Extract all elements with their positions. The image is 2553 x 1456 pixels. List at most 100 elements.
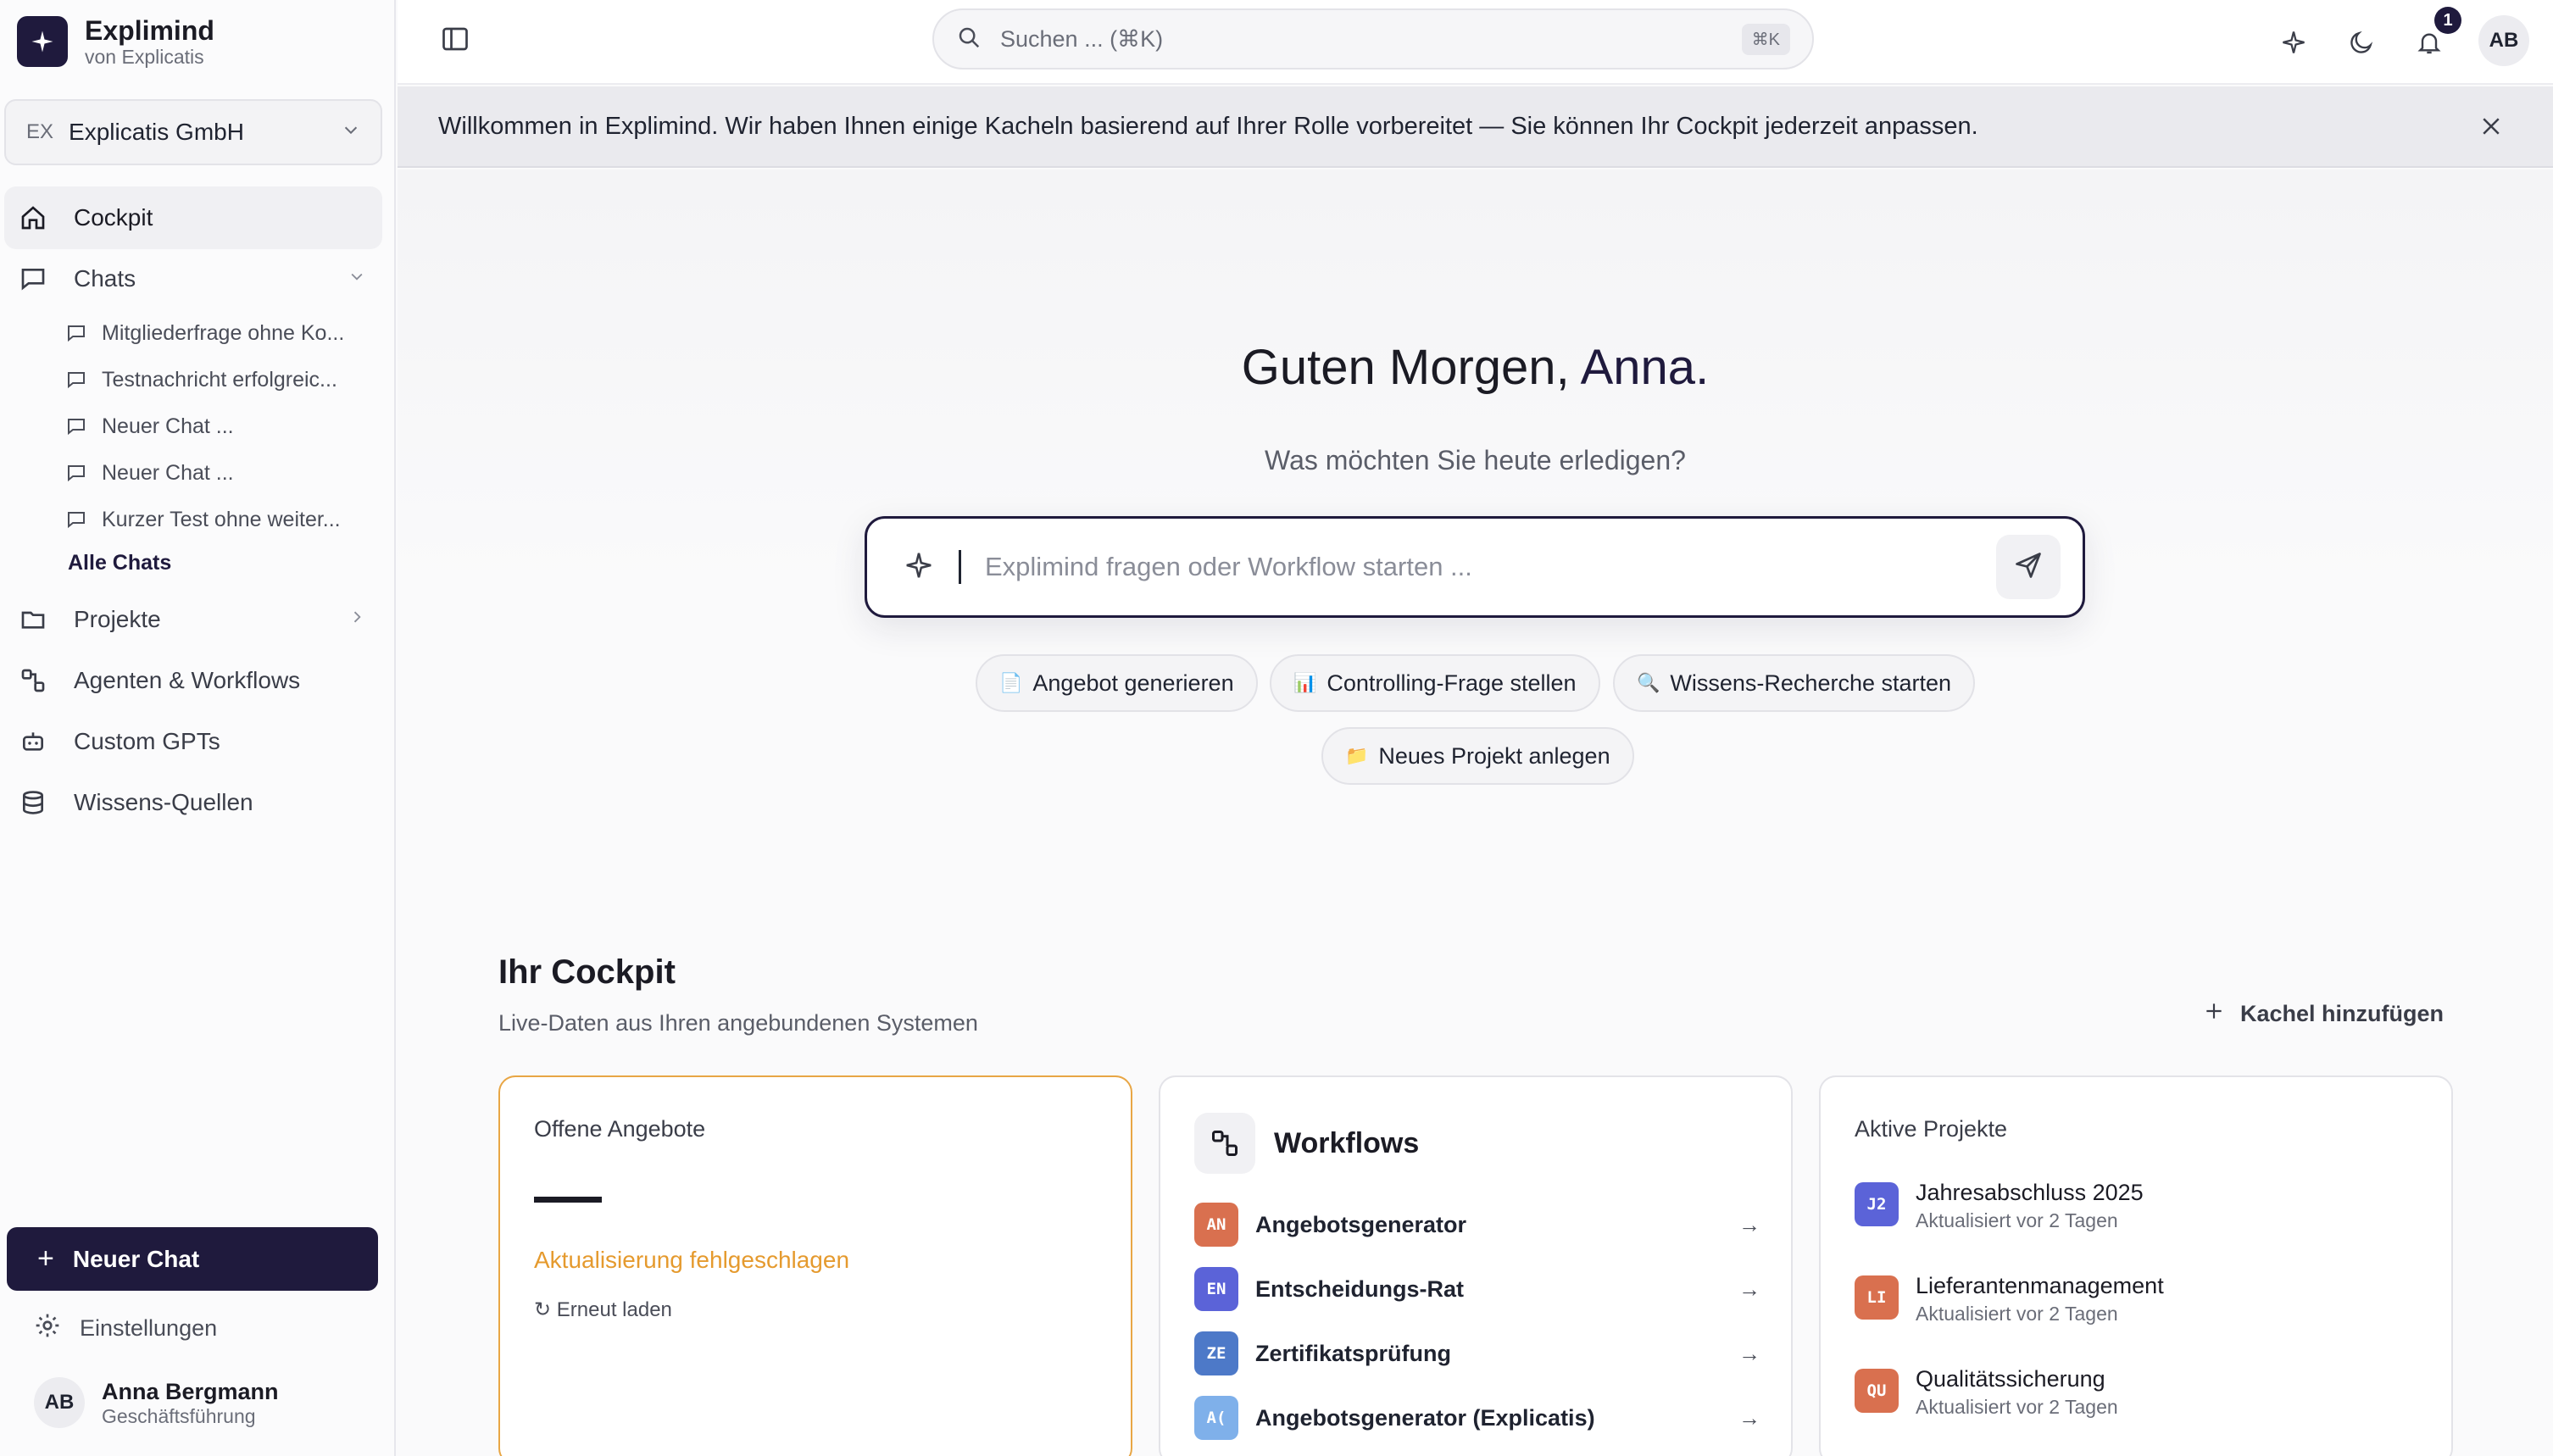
sidebar-item-label: Cockpit xyxy=(74,204,153,231)
chip-label: Neues Projekt anlegen xyxy=(1378,742,1610,769)
project-row[interactable]: J2 Jahresabschluss 2025 Aktualisiert vor… xyxy=(1855,1177,2144,1233)
search-icon xyxy=(956,25,982,54)
project-name: Qualitätssicherung xyxy=(1916,1366,2105,1392)
chat-title: Neuer Chat ... xyxy=(102,414,234,438)
workflows-header: Workflows xyxy=(1194,1113,1419,1174)
chip-new-project[interactable]: 📁 Neues Projekt anlegen xyxy=(1321,727,1634,785)
magnifier-icon: 🔍 xyxy=(1637,672,1660,693)
folder-icon xyxy=(19,606,60,633)
banner-text: Willkommen in Explimind. Wir haben Ihnen… xyxy=(438,112,1978,140)
workflows-card: Workflows AN Angebotsgenerator → EN Ents… xyxy=(1159,1075,1793,1456)
sidebar-item-cockpit[interactable]: Cockpit xyxy=(4,186,382,249)
chat-title: Kurzer Test ohne weiter... xyxy=(102,507,341,531)
gear-icon xyxy=(34,1312,61,1345)
chat-title: Mitgliederfrage ohne Ko... xyxy=(102,320,345,345)
sidebar-item-agents[interactable]: Agenten & Workflows xyxy=(4,649,382,712)
add-tile-label: Kachel hinzufügen xyxy=(2240,1001,2445,1026)
sidebar-item-label: Chats xyxy=(74,265,136,292)
sidebar-item-custom-gpts[interactable]: Custom GPTs xyxy=(4,710,382,773)
avatar: AB xyxy=(34,1377,85,1428)
chip-generate-offer[interactable]: 📄 Angebot generieren xyxy=(976,654,1258,712)
chip-label: Angebot generieren xyxy=(1032,670,1234,696)
top-bar: Suchen ... (⌘K) ⌘K 1 AB xyxy=(398,0,2553,85)
offers-card: Offene Angebote Aktualisierung fehlgesch… xyxy=(498,1075,1132,1456)
avatar[interactable]: AB xyxy=(2478,15,2529,66)
settings-link[interactable]: Einstellungen xyxy=(34,1312,217,1345)
chip-label: Wissens-Recherche starten xyxy=(1670,670,1952,696)
sidebar-item-chats[interactable]: Chats xyxy=(4,247,382,310)
chevron-down-icon[interactable] xyxy=(348,268,382,290)
workflow-icon xyxy=(1194,1113,1255,1174)
chevron-down-icon xyxy=(342,120,360,145)
project-badge: QU xyxy=(1855,1369,1899,1413)
arrow-right-icon: → xyxy=(1738,1340,1760,1366)
reload-button[interactable]: ↻ Erneut laden xyxy=(534,1298,672,1322)
workflow-row[interactable]: ZE Zertifikatsprüfung → xyxy=(1194,1330,1760,1377)
search-shortcut: ⌘K xyxy=(1741,23,1790,55)
chip-controlling-question[interactable]: 📊 Controlling-Frage stellen xyxy=(1270,654,1600,712)
chip-knowledge-research[interactable]: 🔍 Wissens-Recherche starten xyxy=(1613,654,1976,712)
sidebar-item-knowledge[interactable]: Wissens-Quellen xyxy=(4,771,382,834)
chat-list-item[interactable]: Kurzer Test ohne weiter... xyxy=(66,503,371,536)
project-badge: LI xyxy=(1855,1275,1899,1320)
user-name: Anna Bergmann xyxy=(102,1379,279,1404)
new-chat-button[interactable]: + Neuer Chat xyxy=(7,1227,378,1291)
org-badge: EX xyxy=(26,120,54,143)
cockpit-title: Ihr Cockpit xyxy=(498,953,676,991)
workflow-row[interactable]: A( Angebotsgenerator (Explicatis) → xyxy=(1194,1394,1760,1442)
prompt-box[interactable] xyxy=(865,516,2085,618)
workflow-row[interactable]: EN Entscheidungs-Rat → xyxy=(1194,1265,1760,1313)
sidebar-item-projects[interactable]: Projekte xyxy=(4,588,382,651)
workflow-name: Entscheidungs-Rat xyxy=(1255,1275,1465,1302)
empty-value-dash xyxy=(534,1197,602,1203)
workflow-row[interactable]: AN Angebotsgenerator → xyxy=(1194,1201,1760,1248)
add-tile-button[interactable]: Kachel hinzufügen xyxy=(2203,1000,2444,1028)
greeting: Guten Morgen, Anna. xyxy=(398,339,2553,396)
reload-label: Erneut laden xyxy=(556,1298,672,1321)
all-chats-link[interactable]: Alle Chats xyxy=(68,551,171,575)
send-icon xyxy=(2013,550,2044,585)
project-updated: Aktualisiert vor 2 Tagen xyxy=(1916,1209,2118,1231)
chat-bubble-icon xyxy=(66,323,102,343)
chat-bubble-icon xyxy=(66,370,102,390)
home-icon xyxy=(19,204,60,231)
settings-label: Einstellungen xyxy=(80,1315,218,1341)
workflow-badge: ZE xyxy=(1194,1331,1238,1375)
workflow-badge: EN xyxy=(1194,1267,1238,1311)
refresh-icon: ↻ xyxy=(534,1298,552,1321)
chat-list-item[interactable]: Testnachricht erfolgreic... xyxy=(66,363,371,397)
close-icon[interactable] xyxy=(2478,114,2504,146)
greeting-name: Anna. xyxy=(1580,340,1710,395)
search-input[interactable]: Suchen ... (⌘K) xyxy=(982,26,1742,53)
org-switcher[interactable]: EX Explicatis GmbH xyxy=(4,99,382,165)
brand[interactable]: Explimind von Explicatis xyxy=(17,15,214,68)
sparkle-icon[interactable] xyxy=(2273,22,2314,63)
chart-icon: 📊 xyxy=(1293,672,1317,693)
arrow-right-icon: → xyxy=(1738,1404,1760,1431)
chat-list-item[interactable]: Neuer Chat ... xyxy=(66,456,371,490)
sidebar: Explimind von Explicatis EX Explicatis G… xyxy=(0,0,396,1456)
user-profile[interactable]: AB Anna Bergmann Geschäftsführung xyxy=(34,1377,279,1428)
brand-title: Explimind xyxy=(85,15,214,46)
bell-icon[interactable]: 1 xyxy=(2409,7,2461,63)
user-role: Geschäftsführung xyxy=(102,1405,256,1427)
chevron-right-icon[interactable] xyxy=(348,609,382,631)
project-row[interactable]: QU Qualitätssicherung Aktualisiert vor 2… xyxy=(1855,1364,2118,1420)
project-name: Jahresabschluss 2025 xyxy=(1916,1180,2144,1205)
database-icon xyxy=(19,789,60,816)
search-bar[interactable]: Suchen ... (⌘K) ⌘K xyxy=(932,8,1814,69)
send-button[interactable] xyxy=(1996,535,2061,599)
chat-bubble-icon xyxy=(66,463,102,483)
prompt-input[interactable] xyxy=(959,550,1996,584)
brand-subtitle: von Explicatis xyxy=(85,46,204,68)
chat-list-item[interactable]: Mitgliederfrage ohne Ko... xyxy=(66,316,371,350)
project-row[interactable]: LI Lieferantenmanagement Aktualisiert vo… xyxy=(1855,1270,2164,1326)
moon-icon[interactable] xyxy=(2341,22,2382,63)
workflow-name: Angebotsgenerator xyxy=(1255,1211,1467,1237)
document-icon: 📄 xyxy=(999,672,1023,693)
sidebar-toggle-icon[interactable] xyxy=(440,24,470,58)
sparkle-icon xyxy=(904,551,933,584)
chip-label: Controlling-Frage stellen xyxy=(1327,670,1577,696)
chat-list-item[interactable]: Neuer Chat ... xyxy=(66,409,371,443)
plus-icon: + xyxy=(37,1242,54,1275)
